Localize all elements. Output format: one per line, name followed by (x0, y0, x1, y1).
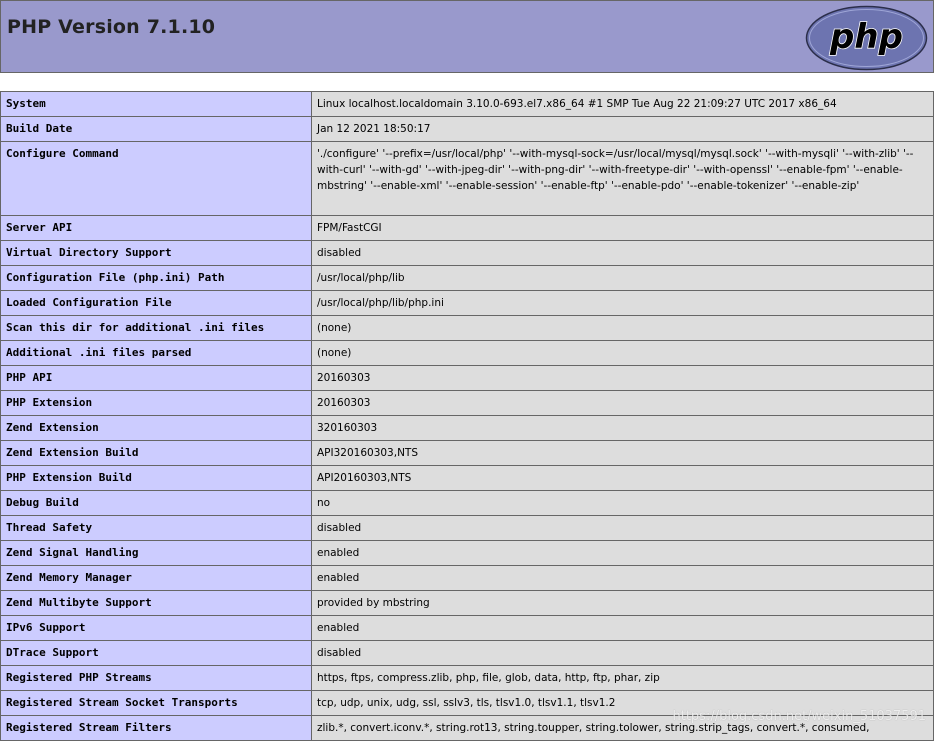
row-value: './configure' '--prefix=/usr/local/php' … (311, 141, 934, 216)
table-row: System Linux localhost.localdomain 3.10.0… (0, 91, 934, 117)
row-key: Debug Build (0, 490, 312, 516)
row-key: Configuration File (php.ini) Path (0, 265, 312, 291)
row-value: enabled (311, 540, 934, 566)
table-row: Virtual Directory Support disabled (0, 240, 934, 266)
table-row: Registered PHP Streams https, ftps, compr… (0, 665, 934, 691)
php-logo-text: php (829, 17, 903, 57)
row-key: Configure Command (0, 141, 312, 216)
table-row: Configuration File (php.ini) Path/usr/lo… (0, 265, 934, 291)
row-value: (none) (311, 315, 934, 341)
row-key: Virtual Directory Support (0, 240, 312, 266)
row-value: disabled (311, 240, 934, 266)
row-value: Jan 12 2021 18:50:17 (311, 116, 934, 142)
table-row: IPv6 Support enabled (0, 615, 934, 641)
table-row: Scan this dir for additional .ini files(… (0, 315, 934, 341)
table-row: Zend Multibyte Support provided by mbstri… (0, 590, 934, 616)
table-row: Zend Extension Build API320160303,NTS (0, 440, 934, 466)
row-key: Registered PHP Streams (0, 665, 312, 691)
row-key: Server API (0, 215, 312, 241)
row-value: API320160303,NTS (311, 440, 934, 466)
table-row: Registered Stream Socket Transports tcp, … (0, 690, 934, 716)
row-key: IPv6 Support (0, 615, 312, 641)
table-row: Debug Build no (0, 490, 934, 516)
row-value: (none) (311, 340, 934, 366)
row-value: disabled (311, 515, 934, 541)
table-row: Zend Signal Handling enabled (0, 540, 934, 566)
row-value: FPM/FastCGI (311, 215, 934, 241)
row-value: provided by mbstring (311, 590, 934, 616)
row-key: Zend Signal Handling (0, 540, 312, 566)
row-value: enabled (311, 615, 934, 641)
row-key: System (0, 91, 312, 117)
row-value: /usr/local/php/lib/php.ini (311, 290, 934, 316)
row-key: Registered Stream Socket Transports (0, 690, 312, 716)
table-row: Additional .ini files parsed (none) (0, 340, 934, 366)
row-value: Linux localhost.localdomain 3.10.0-693.e… (311, 91, 934, 117)
row-key: DTrace Support (0, 640, 312, 666)
row-key: Zend Extension (0, 415, 312, 441)
table-row: Zend Extension 320160303 (0, 415, 934, 441)
php-version-header: PHP Version 7.1.10 php (0, 0, 934, 73)
row-value: 320160303 (311, 415, 934, 441)
row-key: Additional .ini files parsed (0, 340, 312, 366)
row-value: tcp, udp, unix, udg, ssl, sslv3, tls, tl… (311, 690, 934, 716)
row-value: API20160303,NTS (311, 465, 934, 491)
table-row: Server API FPM/FastCGI (0, 215, 934, 241)
row-key: PHP Extension Build (0, 465, 312, 491)
row-value: disabled (311, 640, 934, 666)
row-key: Zend Extension Build (0, 440, 312, 466)
table-row: Zend Memory Manager enabled (0, 565, 934, 591)
php-logo-icon: php (805, 5, 928, 71)
row-key: PHP API (0, 365, 312, 391)
table-row: Configure Command './configure' '--prefix… (0, 141, 934, 216)
row-value: 20160303 (311, 390, 934, 416)
php-info-table: System Linux localhost.localdomain 3.10.0… (0, 91, 934, 741)
table-row: Build Date Jan 12 2021 18:50:17 (0, 116, 934, 142)
table-row: PHP Extension 20160303 (0, 390, 934, 416)
page-title: PHP Version 7.1.10 (7, 16, 216, 38)
row-value: no (311, 490, 934, 516)
row-value: enabled (311, 565, 934, 591)
table-row: Loaded Configuration File/usr/local/php/… (0, 290, 934, 316)
row-key: Scan this dir for additional .ini files (0, 315, 312, 341)
row-value: https, ftps, compress.zlib, php, file, g… (311, 665, 934, 691)
table-row: PHP API 20160303 (0, 365, 934, 391)
table-row: DTrace Support disabled (0, 640, 934, 666)
row-key: Thread Safety (0, 515, 312, 541)
row-key: Zend Memory Manager (0, 565, 312, 591)
row-key: Loaded Configuration File (0, 290, 312, 316)
row-value: /usr/local/php/lib (311, 265, 934, 291)
row-value: 20160303 (311, 365, 934, 391)
table-row: Thread Safety disabled (0, 515, 934, 541)
table-row: PHP Extension Build API20160303,NTS (0, 465, 934, 491)
row-key: PHP Extension (0, 390, 312, 416)
row-key: Build Date (0, 116, 312, 142)
row-key: Zend Multibyte Support (0, 590, 312, 616)
